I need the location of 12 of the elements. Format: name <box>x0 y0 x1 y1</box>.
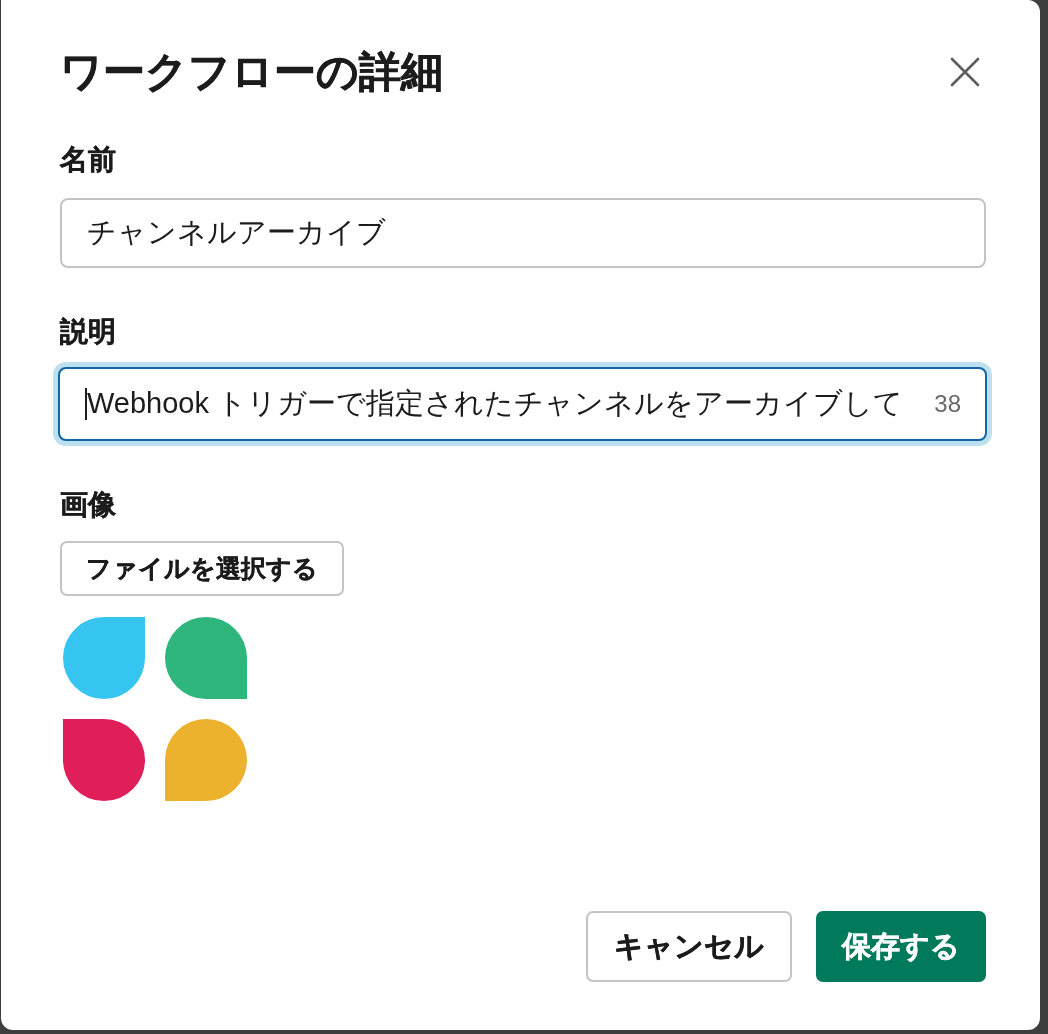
character-count: 38 <box>934 390 961 418</box>
choose-file-button[interactable]: ファイルを選択する <box>60 541 344 596</box>
close-button[interactable] <box>950 57 980 87</box>
save-button[interactable]: 保存する <box>816 911 986 982</box>
text-input-field[interactable]: チャンネルアーカイブ <box>60 198 986 268</box>
cancel-button[interactable]: キャンセル <box>586 911 792 982</box>
close-icon <box>950 57 980 87</box>
text-cursor-icon <box>85 388 87 420</box>
field-label: 名前 <box>60 144 116 176</box>
field-label: 画像 <box>60 489 116 521</box>
field-label: 説明 <box>60 316 116 348</box>
dialog-title: ワークフローの詳細 <box>60 47 443 97</box>
